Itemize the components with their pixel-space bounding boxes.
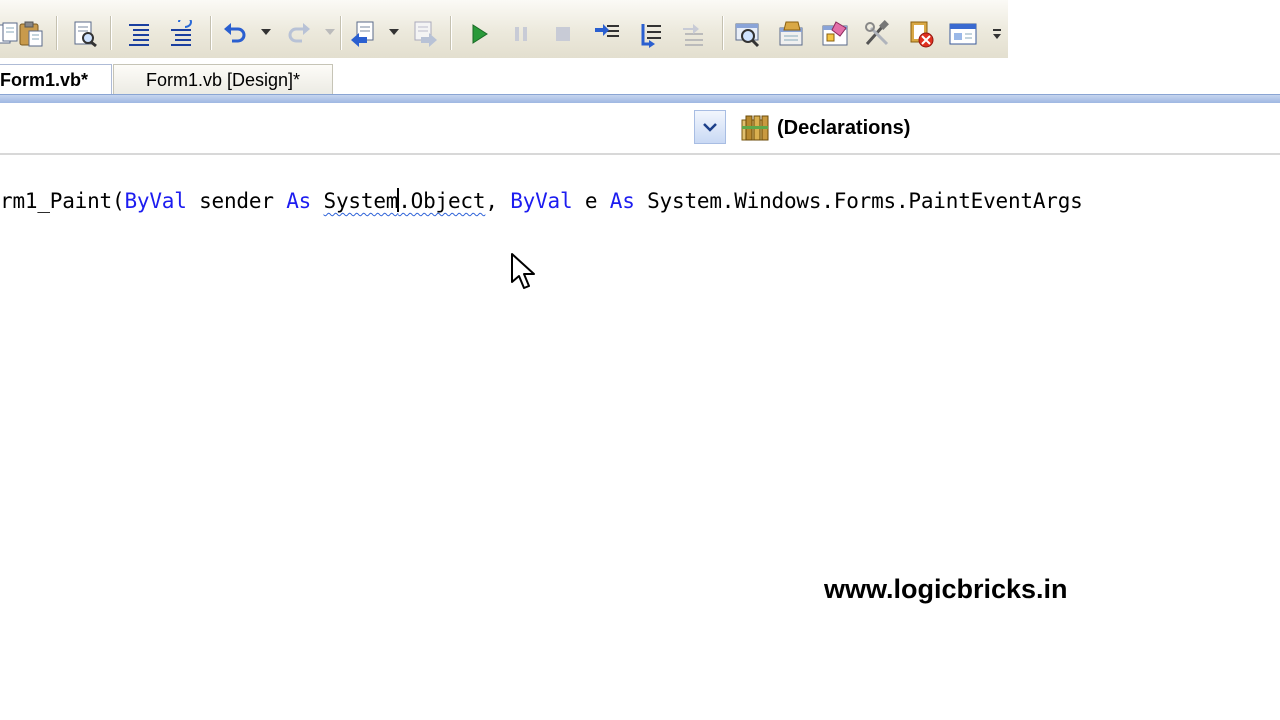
- navigate-backward-icon[interactable]: [348, 18, 378, 50]
- start-debugging-icon[interactable]: [464, 18, 494, 50]
- code-text: e: [572, 189, 610, 213]
- object-browser-icon[interactable]: [820, 18, 850, 50]
- watermark-text: www.logicbricks.in: [824, 574, 1068, 604]
- toolbar-separator: [340, 16, 341, 50]
- navigate-forward-icon[interactable]: [410, 18, 440, 50]
- document-tabs: Form1.vb* Form1.vb [Design]*: [0, 58, 1280, 96]
- error-list-icon[interactable]: [906, 18, 936, 50]
- chevron-down-icon: [703, 123, 717, 132]
- code-editor[interactable]: rm1_Paint(ByVal sender As System.Object,…: [0, 155, 1280, 720]
- toolbar-separator: [56, 16, 57, 50]
- toolbar-separator: [110, 16, 111, 50]
- stop-debugging-icon: [548, 18, 578, 50]
- break-all-icon: [506, 18, 536, 50]
- toolbar-empty-area: [1008, 0, 1280, 58]
- tab-form1-code[interactable]: Form1.vb*: [0, 64, 112, 94]
- keyword-as: As: [286, 189, 312, 213]
- toolbar-options-icon[interactable]: [984, 18, 1010, 50]
- find-icon[interactable]: [70, 18, 100, 50]
- redo-dropdown-icon: [324, 26, 336, 38]
- tab-form1-design[interactable]: Form1.vb [Design]*: [113, 64, 333, 94]
- navigation-bar: (Declarations): [0, 103, 1280, 155]
- code-line[interactable]: rm1_Paint(ByVal sender As System.Object,…: [0, 188, 1083, 213]
- start-page-icon[interactable]: [948, 18, 978, 50]
- code-text: rm1_Paint(: [0, 189, 125, 213]
- step-into-icon[interactable]: [592, 18, 622, 50]
- code-text: System.Windows.Forms.PaintEventArgs: [634, 189, 1083, 213]
- properties-window-icon[interactable]: [776, 18, 806, 50]
- method-name-value: (Declarations): [777, 116, 911, 139]
- error-squiggle-text: System: [323, 189, 399, 213]
- toolbar-separator: [210, 16, 211, 50]
- undo-dropdown-icon[interactable]: [260, 26, 272, 38]
- class-combo-dropdown-button[interactable]: [694, 110, 726, 144]
- code-text: ,: [485, 189, 511, 213]
- toolbar-separator: [722, 16, 723, 50]
- code-text: sender: [186, 189, 287, 213]
- class-name-combo[interactable]: [0, 109, 729, 149]
- navigate-backward-dropdown-icon[interactable]: [388, 26, 400, 38]
- paste-icon[interactable]: [16, 18, 46, 50]
- tab-divider: [0, 94, 1280, 103]
- keyword-byval: ByVal: [124, 189, 187, 213]
- toolbox-icon[interactable]: [862, 18, 892, 50]
- undo-icon[interactable]: [220, 18, 250, 50]
- error-squiggle-text: .Object: [398, 189, 486, 213]
- mouse-pointer-icon: [511, 253, 535, 289]
- keyword-byval: ByVal: [510, 189, 573, 213]
- declarations-icon: [741, 115, 769, 141]
- method-name-combo[interactable]: (Declarations): [736, 109, 1280, 147]
- standard-toolbar: [0, 0, 1008, 59]
- solution-explorer-icon[interactable]: [732, 18, 762, 50]
- redo-icon[interactable]: [284, 18, 314, 50]
- step-out-icon: [678, 18, 708, 50]
- keyword-as: As: [609, 189, 635, 213]
- step-over-icon[interactable]: [636, 18, 666, 50]
- uncomment-lines-icon[interactable]: [166, 18, 196, 50]
- toolbar-separator: [450, 16, 451, 50]
- comment-lines-icon[interactable]: [124, 18, 154, 50]
